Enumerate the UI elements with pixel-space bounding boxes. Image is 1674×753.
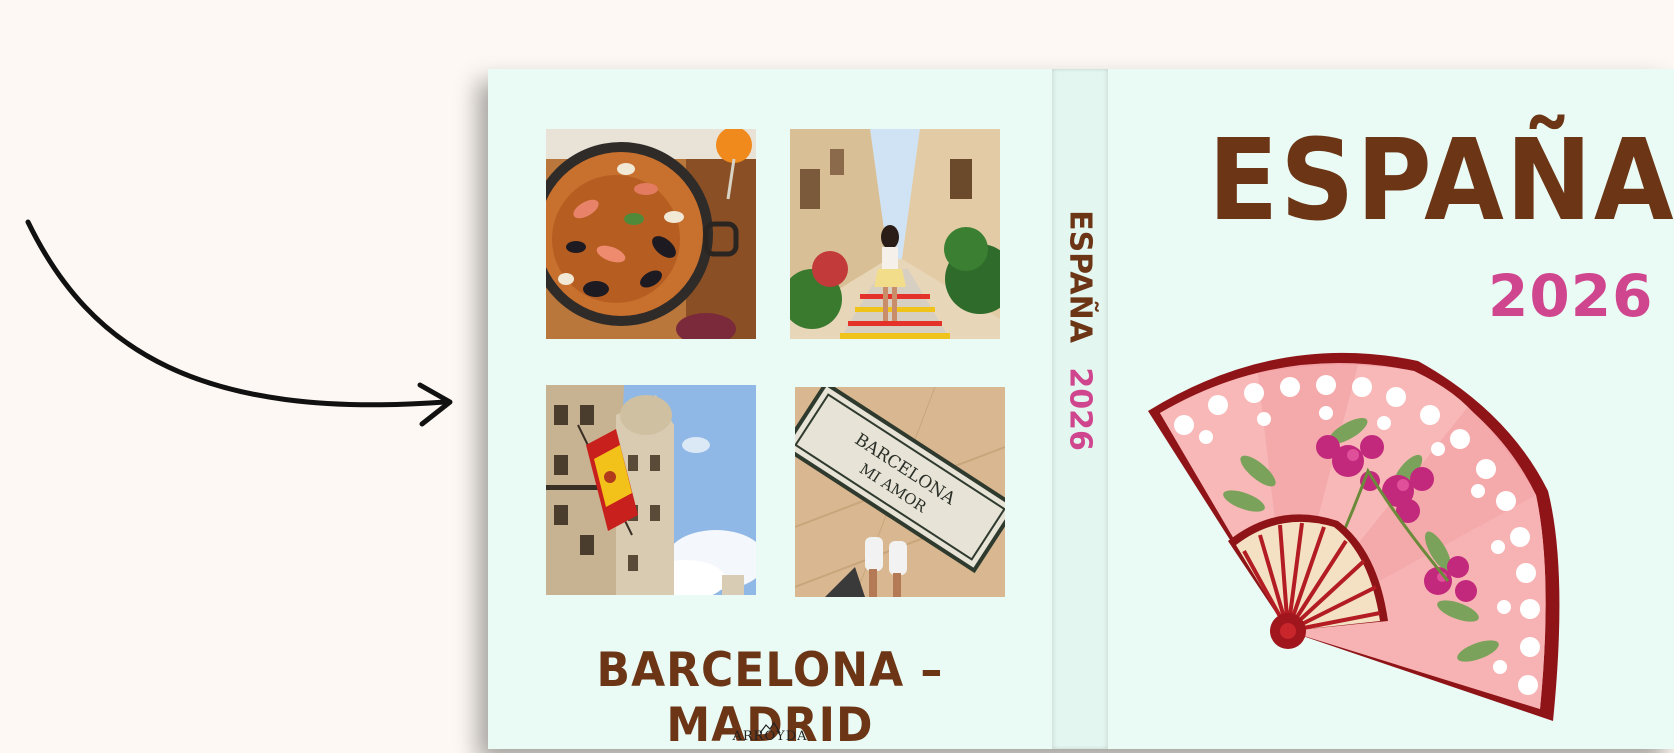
front-cover-title: ESPAÑA: [1208, 116, 1674, 246]
front-cover-year: 2026: [1488, 262, 1654, 330]
front-cover: ESPAÑA 2026: [1108, 69, 1674, 749]
spine-title: ESPAÑA 2026: [1052, 69, 1108, 749]
paella-photo: [546, 129, 756, 339]
photo-book-cover: BARCELONA MI AMOR BARCELONA – MADRID ARR…: [488, 69, 1674, 753]
publisher-logo: ARROYDA: [732, 729, 808, 744]
spine-word: ESPAÑA: [1062, 210, 1098, 343]
street-stairs-photo: [790, 129, 1000, 339]
flag-building-photo: [546, 385, 756, 595]
book-spine: ESPAÑA 2026: [1052, 69, 1108, 749]
mosaic-sign-photo: BARCELONA MI AMOR: [795, 387, 1005, 597]
back-cover: BARCELONA MI AMOR BARCELONA – MADRID ARR…: [488, 69, 1052, 753]
spine-year: 2026: [1062, 367, 1098, 451]
curved-arrow-right-icon: [25, 219, 453, 427]
hand-fan-icon: [1148, 352, 1560, 721]
